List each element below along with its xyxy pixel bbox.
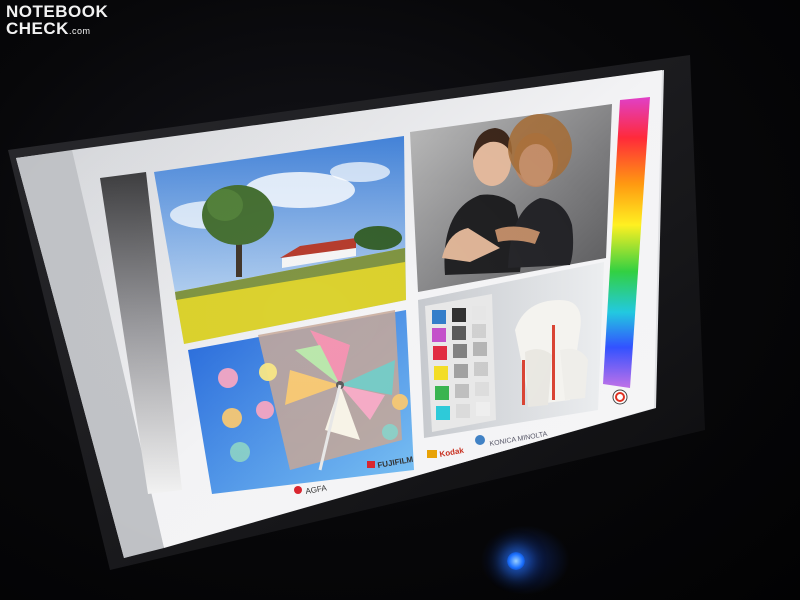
watermark-suffix: .com — [68, 26, 91, 36]
power-light-glow — [480, 525, 570, 595]
notebookcheck-watermark: NOTEBOOK CHECK.com — [6, 3, 108, 37]
photo-scene: AGFA FUJIFILM Kodak KONICA MINOLTA NOTEB… — [0, 0, 800, 600]
monitor-photo: AGFA FUJIFILM Kodak KONICA MINOLTA — [8, 55, 705, 570]
power-button-icon[interactable] — [507, 552, 525, 570]
watermark-line2: CHECK.com — [6, 20, 108, 37]
watermark-line1: NOTEBOOK — [6, 2, 109, 21]
watermark-check: CHECK — [6, 19, 69, 38]
